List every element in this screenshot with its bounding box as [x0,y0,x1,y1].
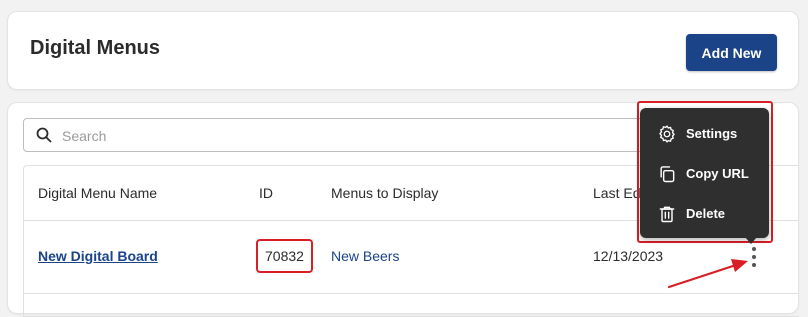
trash-icon [659,206,675,223]
column-header-last-edited[interactable]: Last Ed [593,185,640,201]
column-header-name[interactable]: Digital Menu Name [38,185,157,201]
menu-item-label: Copy URL [686,166,749,181]
more-options-icon[interactable] [746,245,762,269]
row-actions-menu: Settings Copy URL Delete [640,108,769,244]
search-input[interactable] [60,119,654,153]
page-title: Digital Menus [30,37,161,59]
menu-item-delete[interactable]: Delete [640,196,769,232]
menu-item-copy-url[interactable]: Copy URL [640,156,769,192]
column-header-id[interactable]: ID [259,185,273,201]
digital-menu-name-link[interactable]: New Digital Board [38,248,158,264]
menu-item-settings[interactable]: Settings [640,116,769,152]
digital-menu-id: 70832 [256,239,313,273]
search-icon [36,127,52,143]
menu-item-label: Settings [686,126,738,141]
add-new-button[interactable]: Add New [686,34,777,71]
gear-icon [659,125,675,143]
column-header-menus[interactable]: Menus to Display [331,185,438,201]
header-card: Digital Menus Add New [8,12,798,89]
menu-item-label: Delete [686,206,726,221]
copy-icon [660,166,675,183]
search-box[interactable] [23,118,663,153]
menus-to-display-link[interactable]: New Beers [331,248,399,264]
menu-caret [745,237,757,244]
last-edited-date: 12/13/2023 [593,248,664,264]
